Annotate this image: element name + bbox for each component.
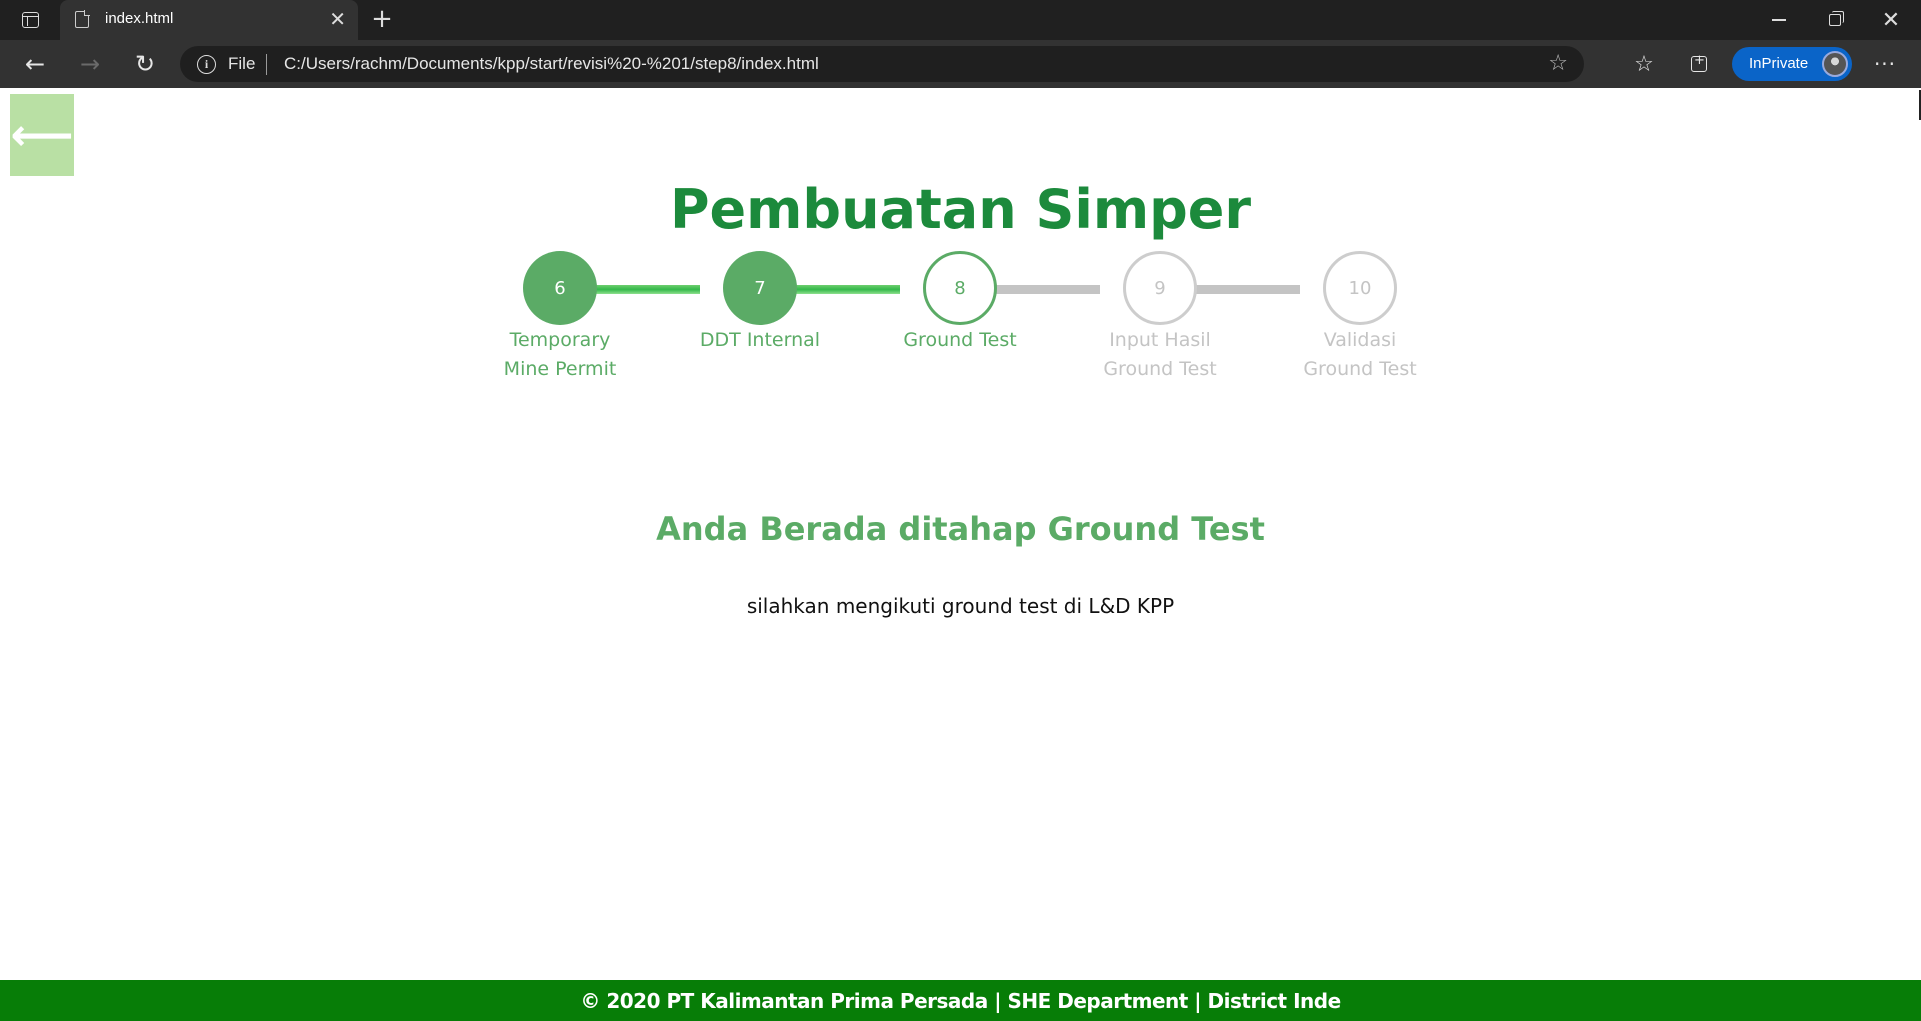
inprivate-profile-button[interactable]: InPrivate xyxy=(1732,47,1852,81)
step-label: Input Hasil Ground Test xyxy=(1060,326,1260,384)
step-label-line2: Ground Test xyxy=(1303,358,1417,380)
more-button[interactable]: ··· xyxy=(1865,44,1905,84)
left-arrow-icon: ⟵ xyxy=(10,109,74,161)
reload-icon: ↻ xyxy=(134,50,156,78)
collections-icon xyxy=(1691,53,1707,72)
step-number: 7 xyxy=(723,251,797,325)
collections-button[interactable] xyxy=(1679,44,1719,84)
file-icon xyxy=(75,10,90,28)
step-label-line2: Mine Permit xyxy=(503,358,617,380)
step-label-line1: DDT Internal xyxy=(699,329,821,351)
page-title: Pembuatan Simper xyxy=(669,178,1252,241)
footer: © 2020 PT Kalimantan Prima Persada | SHE… xyxy=(0,980,1921,1021)
add-favorite-icon[interactable]: ☆ xyxy=(1548,51,1568,76)
inprivate-label: InPrivate xyxy=(1749,55,1809,72)
step-number: 10 xyxy=(1323,251,1397,325)
tab-actions-button[interactable] xyxy=(10,0,50,40)
step-label-line1: Validasi xyxy=(1323,329,1397,351)
reload-button[interactable]: ↻ xyxy=(125,44,165,84)
step-label: Ground Test xyxy=(860,326,1060,355)
forward-arrow-icon: → xyxy=(79,50,101,78)
step-label-line1: Temporary xyxy=(509,329,611,351)
address-scheme: File xyxy=(228,54,256,73)
restore-icon xyxy=(1829,11,1844,26)
progress-stepper: 6 Temporary Mine Permit 7 DDT Internal 8… xyxy=(0,251,1921,401)
address-bar[interactable]: i File C:/Users/rachm/Documents/kpp/star… xyxy=(180,46,1584,82)
restore-button[interactable] xyxy=(1807,0,1863,40)
step-number: 9 xyxy=(1123,251,1197,325)
stage-heading: Anda Berada ditahap Ground Test xyxy=(656,510,1265,548)
step-label: Temporary Mine Permit xyxy=(460,326,660,384)
browser-titlebar: index.html ✕ + ✕ xyxy=(0,0,1921,40)
favorites-icon: ☆ xyxy=(1634,51,1654,77)
window-close-icon: ✕ xyxy=(1881,7,1901,33)
more-icon: ··· xyxy=(1873,52,1897,76)
forward-button[interactable]: → xyxy=(70,44,110,84)
back-nav-button[interactable]: ⟵ xyxy=(10,94,74,176)
tab-title: index.html xyxy=(105,10,174,27)
step-label-line1: Input Hasil xyxy=(1109,329,1211,351)
page-content: ⟵ Pembuatan Simper 6 Temporary Mine Perm… xyxy=(0,88,1921,1021)
step-number: 8 xyxy=(923,251,997,325)
step-label: DDT Internal xyxy=(660,326,860,355)
stage-instructions: silahkan mengikuti ground test di L&D KP… xyxy=(746,594,1175,618)
back-button[interactable]: ← xyxy=(15,44,55,84)
tab-actions-icon xyxy=(21,12,39,28)
step-label-line2: Ground Test xyxy=(1103,358,1217,380)
new-tab-button[interactable]: + xyxy=(368,6,396,34)
step-number: 6 xyxy=(523,251,597,325)
back-arrow-icon: ← xyxy=(24,50,46,78)
minimize-button[interactable] xyxy=(1751,0,1807,40)
footer-copyright: © 2020 PT Kalimantan Prima Persada | SHE… xyxy=(580,988,1341,1013)
window-close-button[interactable]: ✕ xyxy=(1863,0,1919,40)
step-label: Validasi Ground Test xyxy=(1260,326,1460,384)
browser-tab[interactable]: index.html ✕ xyxy=(60,0,358,40)
browser-toolbar: ← → ↻ i File C:/Users/rachm/Documents/kp… xyxy=(0,40,1921,88)
avatar xyxy=(1822,51,1848,77)
address-divider xyxy=(266,54,267,75)
close-icon[interactable]: ✕ xyxy=(329,8,346,30)
minimize-icon xyxy=(1772,19,1786,21)
favorites-button[interactable]: ☆ xyxy=(1624,44,1664,84)
step-label-line1: Ground Test xyxy=(903,329,1017,351)
address-url[interactable]: C:/Users/rachm/Documents/kpp/start/revis… xyxy=(284,54,819,74)
info-icon[interactable]: i xyxy=(197,55,216,74)
